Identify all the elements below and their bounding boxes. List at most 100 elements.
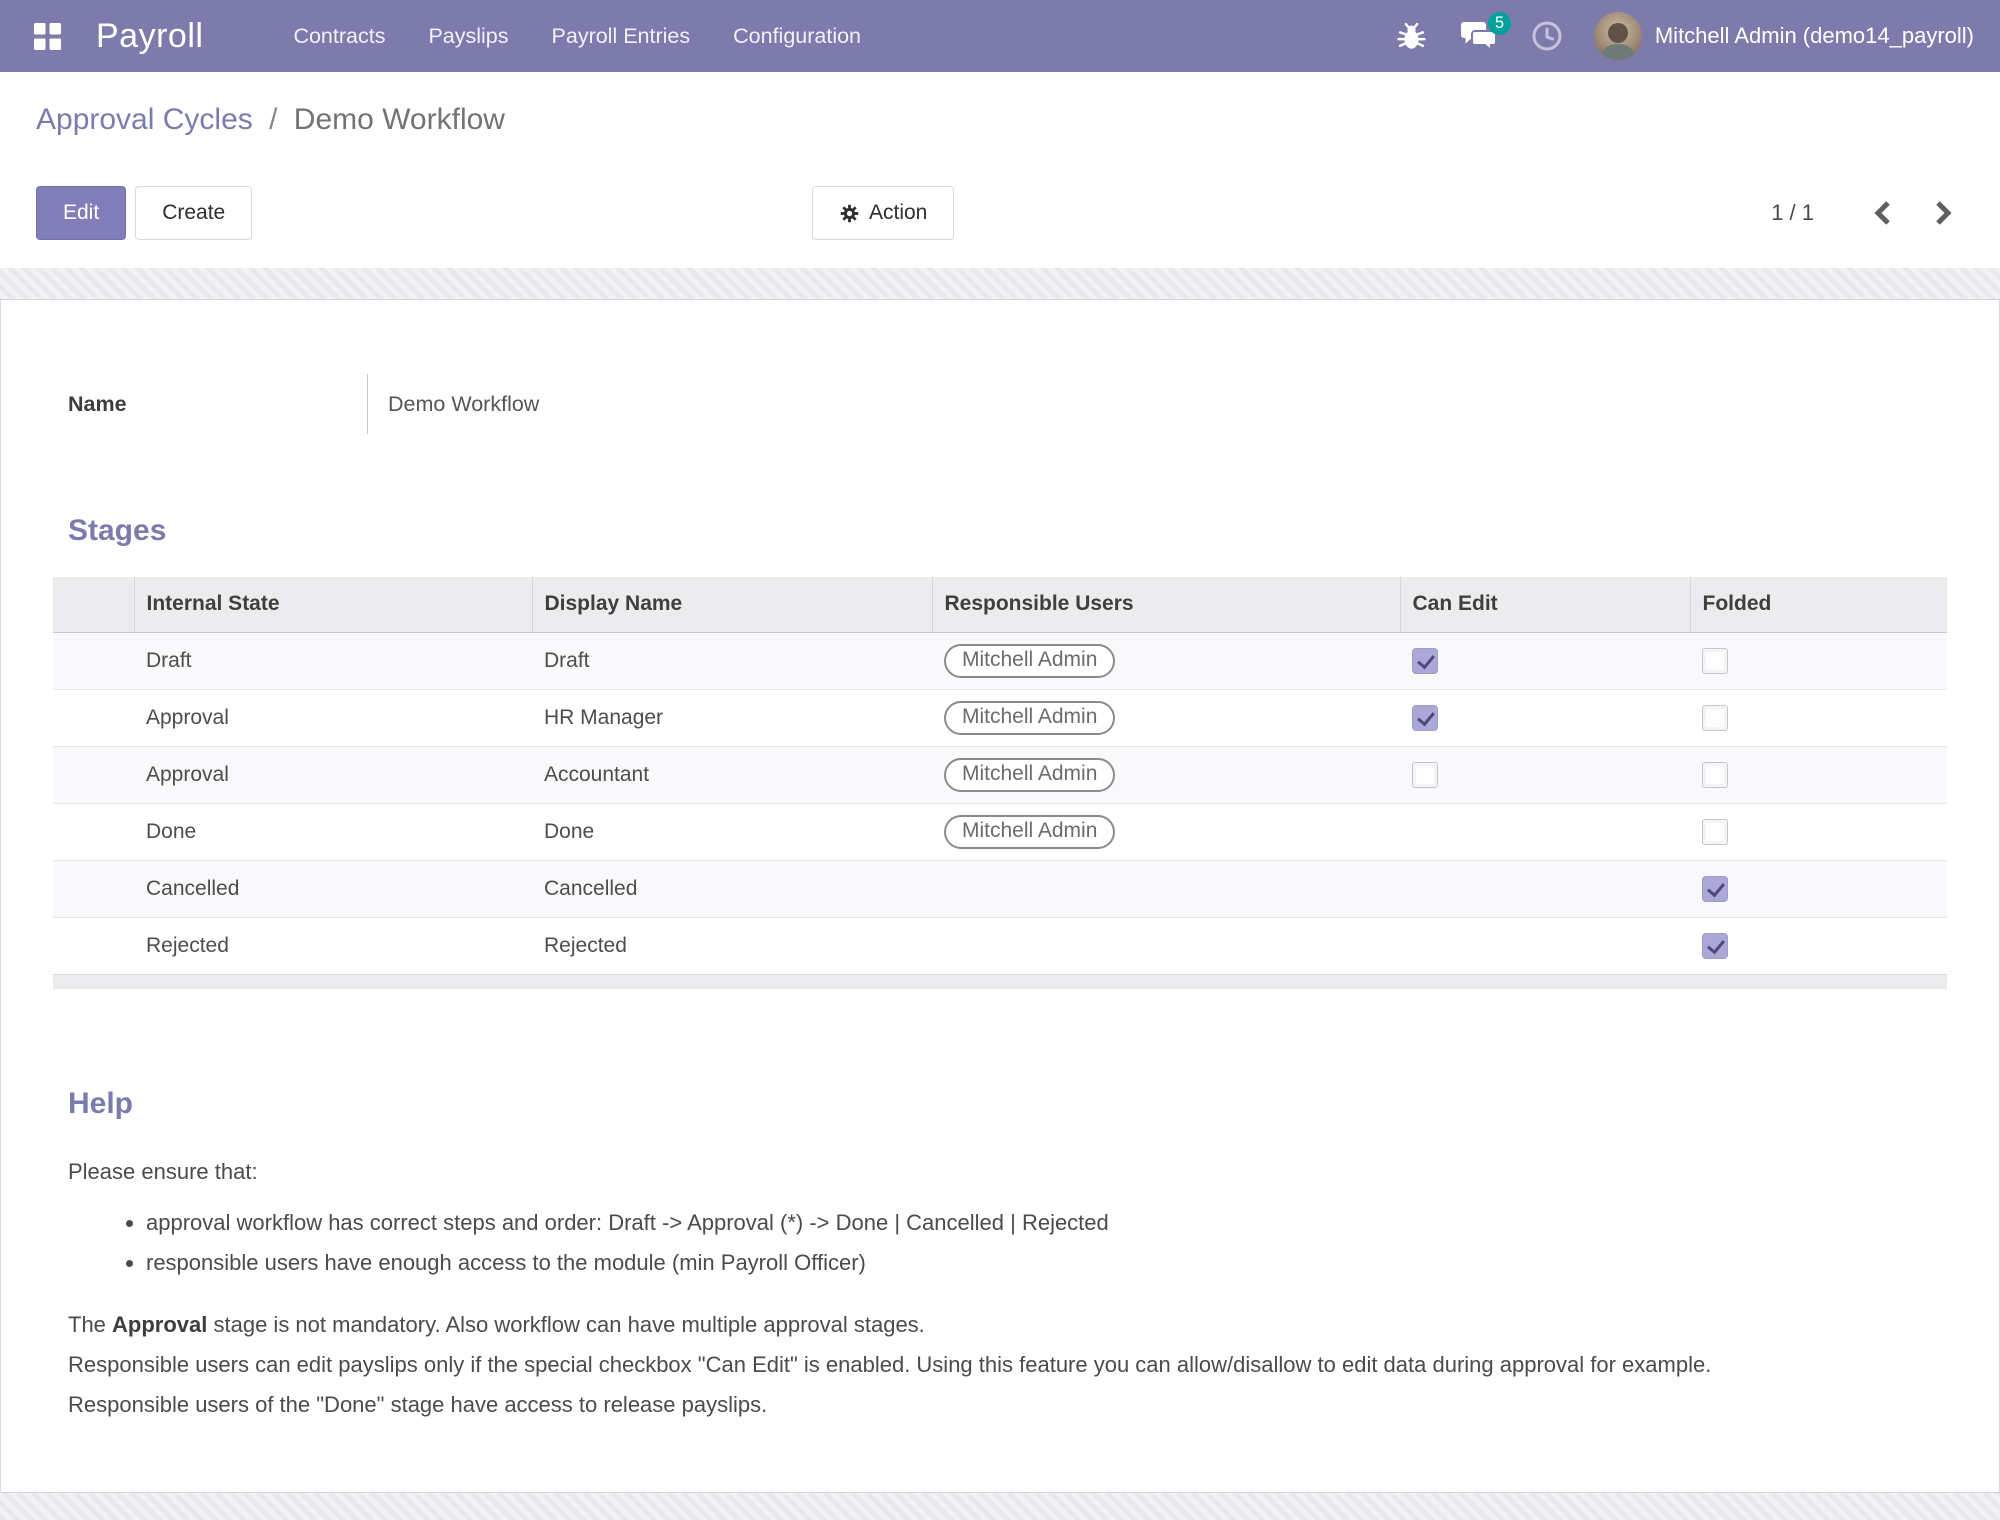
activities-menu-button[interactable] <box>1514 0 1580 72</box>
folded-cell <box>1690 746 1947 803</box>
stage-row-hr-manager[interactable]: ApprovalHR Manager Mitchell Admin <box>53 689 1947 746</box>
user-tag: Mitchell Admin <box>944 701 1115 735</box>
pager-next-button[interactable] <box>1927 194 1960 232</box>
stage-row-done[interactable]: DoneDone Mitchell Admin <box>53 803 1947 860</box>
internal-state-cell: Draft <box>134 632 532 689</box>
internal-state-cell: Approval <box>134 689 532 746</box>
user-photo <box>1594 16 1642 60</box>
column-header-responsible-users[interactable]: Responsible Users <box>932 577 1400 632</box>
stage-row-draft[interactable]: DraftDraftMitchell Admin <box>53 632 1947 689</box>
apps-menu-icon[interactable] <box>24 13 70 59</box>
help-bullet: approval workflow has correct steps and … <box>146 1203 1947 1243</box>
clock-icon <box>1531 20 1563 52</box>
breadcrumb-separator: / <box>261 103 285 136</box>
checkbox-checked <box>1412 648 1438 674</box>
help-bullet: responsible users have enough access to … <box>146 1243 1947 1283</box>
chevron-left-icon <box>1872 200 1893 226</box>
responsible-users-cell: Mitchell Admin <box>932 632 1400 689</box>
checkbox-unchecked <box>1702 648 1728 674</box>
can-edit-cell <box>1400 632 1690 689</box>
checkbox-unchecked <box>1702 762 1728 788</box>
menu-payslips[interactable]: Payslips <box>428 24 508 49</box>
column-header-display-name[interactable]: Display Name <box>532 577 932 632</box>
form-sheet: Name Demo Workflow Stages Internal State… <box>0 299 2000 1493</box>
bug-icon <box>1396 20 1427 52</box>
user-menu[interactable]: Mitchell Admin (demo14_payroll) <box>1655 23 1974 49</box>
stage-row-rejected[interactable]: RejectedRejected <box>53 917 1947 974</box>
name-field-row: Name Demo Workflow <box>68 374 1947 434</box>
stages-table-header: Internal StateDisplay NameResponsible Us… <box>53 577 1947 632</box>
folded-cell <box>1690 803 1947 860</box>
display-name-cell: Rejected <box>532 917 932 974</box>
stages-table: Internal StateDisplay NameResponsible Us… <box>53 577 1947 989</box>
column-header-folded[interactable]: Folded <box>1690 577 1947 632</box>
folded-cell <box>1690 632 1947 689</box>
button-row: Edit Create Action 1 / 1 <box>36 186 1964 240</box>
internal-state-cell: Rejected <box>134 917 532 974</box>
can-edit-cell <box>1400 746 1690 803</box>
pager-previous-button[interactable] <box>1866 194 1899 232</box>
drag-handle-cell <box>53 860 134 917</box>
stage-row-cancelled[interactable]: CancelledCancelled <box>53 860 1947 917</box>
menu-configuration[interactable]: Configuration <box>733 24 861 49</box>
checkbox-checked <box>1702 933 1728 959</box>
user-tag: Mitchell Admin <box>944 815 1115 849</box>
display-name-cell: Done <box>532 803 932 860</box>
display-name-cell: HR Manager <box>532 689 932 746</box>
messages-menu-button[interactable]: 5 <box>1444 0 1514 72</box>
can-edit-cell <box>1400 689 1690 746</box>
help-intro: Please ensure that: <box>68 1157 1947 1187</box>
display-name-cell: Cancelled <box>532 860 932 917</box>
folded-cell <box>1690 860 1947 917</box>
column-header-internal-state[interactable]: Internal State <box>134 577 532 632</box>
systray: 5 Mitchell Admin (demo14_payroll) <box>1379 0 1974 72</box>
internal-state-cell: Cancelled <box>134 860 532 917</box>
grid-icon <box>34 23 61 50</box>
name-field-value: Demo Workflow <box>368 392 539 417</box>
help-section-title: Help <box>68 1089 1947 1119</box>
display-name-cell: Accountant <box>532 746 932 803</box>
control-panel: Approval Cycles / Demo Workflow Edit Cre… <box>0 72 2000 268</box>
help-bullet-list: approval workflow has correct steps and … <box>68 1203 1947 1283</box>
checkbox-unchecked <box>1702 819 1728 845</box>
column-header-handle <box>53 577 134 632</box>
menu-payroll-entries[interactable]: Payroll Entries <box>552 24 691 49</box>
column-header-can-edit[interactable]: Can Edit <box>1400 577 1690 632</box>
can-edit-cell <box>1400 860 1690 917</box>
action-button[interactable]: Action <box>812 186 954 240</box>
can-edit-cell <box>1400 917 1690 974</box>
responsible-users-cell <box>932 860 1400 917</box>
menu-contracts[interactable]: Contracts <box>293 24 385 49</box>
top-navbar: Payroll Contracts Payslips Payroll Entries… <box>0 0 2000 72</box>
drag-handle-cell <box>53 632 134 689</box>
stage-row-accountant[interactable]: ApprovalAccountant Mitchell Admin <box>53 746 1947 803</box>
responsible-users-cell: Mitchell Admin <box>932 689 1400 746</box>
chevron-right-icon <box>1933 200 1954 226</box>
user-tag: Mitchell Admin <box>944 758 1115 792</box>
help-paragraph-3: Responsible users of the "Done" stage ha… <box>68 1385 1947 1425</box>
avatar[interactable] <box>1594 12 1642 60</box>
breadcrumb: Approval Cycles / Demo Workflow <box>36 98 1964 142</box>
create-button[interactable]: Create <box>135 186 252 240</box>
internal-state-cell: Approval <box>134 746 532 803</box>
drag-handle-cell <box>53 689 134 746</box>
breadcrumb-approval-cycles[interactable]: Approval Cycles <box>36 103 253 136</box>
drag-handle-cell <box>53 917 134 974</box>
folded-cell <box>1690 917 1947 974</box>
checkbox-checked <box>1412 705 1438 731</box>
display-name-cell: Draft <box>532 632 932 689</box>
drag-handle-cell <box>53 803 134 860</box>
message-count-badge: 5 <box>1488 12 1511 35</box>
can-edit-cell <box>1400 803 1690 860</box>
internal-state-cell: Done <box>134 803 532 860</box>
help-paragraph-1: The Approval stage is not mandatory. Als… <box>68 1305 1947 1345</box>
drag-handle-cell <box>53 746 134 803</box>
main-menu: Contracts Payslips Payroll Entries Configur… <box>293 24 861 49</box>
help-text: Please ensure that: approval workflow ha… <box>68 1157 1947 1425</box>
debug-menu-button[interactable] <box>1379 0 1444 72</box>
edit-button[interactable]: Edit <box>36 186 126 240</box>
app-title[interactable]: Payroll <box>96 17 203 56</box>
stages-table-footer <box>53 974 1947 989</box>
name-field-label: Name <box>68 374 368 434</box>
responsible-users-cell <box>932 917 1400 974</box>
